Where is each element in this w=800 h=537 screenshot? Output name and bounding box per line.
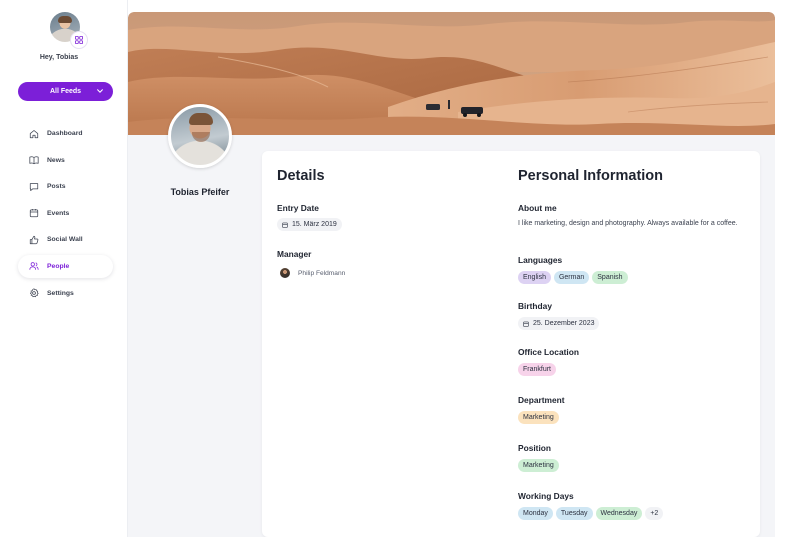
manager-name: Philip Feldmann bbox=[298, 269, 346, 277]
working-day-badge: Monday bbox=[518, 507, 553, 520]
user-greeting: Hey, Tobias bbox=[39, 54, 79, 61]
sidebar-item-events[interactable]: Events bbox=[18, 202, 113, 225]
birthday-value: 25. Dezember 2023 bbox=[533, 320, 595, 327]
office-location-badge: Frankfurt bbox=[518, 363, 557, 376]
profile-name: Tobias Pfeifer bbox=[170, 187, 230, 197]
profile-page: Tobias Pfeifer Details Entry Date 15. Mä… bbox=[128, 12, 775, 537]
entry-date-badge: 15. März 2019 bbox=[277, 218, 342, 231]
birthday-label: Birthday bbox=[518, 301, 552, 311]
working-day-badge: Tuesday bbox=[555, 507, 593, 520]
language-badge: Spanish bbox=[592, 271, 628, 284]
sidebar-nav: Dashboard News Posts Events Social Wall … bbox=[18, 122, 113, 308]
personal-info-title: Personal Information bbox=[518, 168, 664, 184]
calendar-icon bbox=[282, 222, 288, 228]
sidebar-item-news[interactable]: News bbox=[18, 149, 113, 172]
working-day-badge: Wednesday bbox=[595, 507, 643, 520]
book-icon bbox=[29, 156, 39, 165]
manager-link[interactable]: Philip Feldmann bbox=[280, 268, 345, 278]
working-days-label: Working Days bbox=[518, 491, 574, 501]
office-location-label: Office Location bbox=[518, 347, 579, 357]
sidebar-item-label: Dashboard bbox=[47, 130, 83, 137]
sidebar-item-social-wall[interactable]: Social Wall bbox=[18, 228, 113, 251]
profile-details-card: Details Entry Date 15. März 2019 Manager… bbox=[262, 151, 760, 537]
profile-avatar bbox=[168, 104, 232, 168]
languages-label: Languages bbox=[518, 255, 563, 265]
department-badge: Marketing bbox=[518, 411, 559, 424]
sidebar-item-label: Social Wall bbox=[47, 236, 83, 244]
manager-label: Manager bbox=[277, 249, 312, 259]
all-feeds-label: All Feeds bbox=[49, 88, 82, 95]
working-days-list: Monday Tuesday Wednesday +2 bbox=[518, 507, 664, 520]
manager-avatar bbox=[280, 268, 290, 278]
sidebar-item-label: News bbox=[47, 156, 65, 164]
department-label: Department bbox=[518, 395, 565, 405]
calendar-icon bbox=[29, 209, 39, 218]
thumbs-up-icon bbox=[29, 235, 39, 244]
entry-date-label: Entry Date bbox=[277, 203, 319, 213]
details-title: Details bbox=[277, 168, 325, 184]
working-days-more-badge[interactable]: +2 bbox=[645, 507, 664, 520]
chat-bubble-icon bbox=[29, 182, 39, 191]
calendar-icon bbox=[523, 321, 529, 327]
about-me-label: About me bbox=[518, 203, 557, 213]
sidebar-item-label: Settings bbox=[47, 289, 74, 297]
people-icon bbox=[29, 262, 39, 271]
sidebar-item-label: People bbox=[47, 262, 70, 270]
sidebar-item-posts[interactable]: Posts bbox=[18, 175, 113, 198]
position-label: Position bbox=[518, 443, 552, 453]
sidebar-item-label: Posts bbox=[47, 183, 66, 191]
language-badge: English bbox=[518, 271, 551, 284]
sidebar-item-people[interactable]: People bbox=[18, 254, 113, 278]
entry-date-value: 15. März 2019 bbox=[292, 221, 337, 228]
apps-grid-icon[interactable] bbox=[70, 31, 88, 49]
all-feeds-dropdown[interactable]: All Feeds bbox=[18, 82, 113, 101]
about-me-text: I like marketing, design and photography… bbox=[518, 220, 738, 227]
languages-list: English German Spanish bbox=[518, 271, 628, 284]
sidebar: Hey, Tobias All Feeds Dashboard News Pos… bbox=[0, 0, 128, 537]
sidebar-item-label: Events bbox=[47, 209, 70, 217]
sidebar-item-settings[interactable]: Settings bbox=[18, 282, 113, 305]
home-icon bbox=[29, 129, 39, 138]
birthday-badge: 25. Dezember 2023 bbox=[518, 317, 600, 330]
language-badge: German bbox=[553, 271, 590, 284]
gear-icon bbox=[30, 288, 39, 298]
sidebar-item-dashboard[interactable]: Dashboard bbox=[18, 122, 113, 145]
chevron-down-icon bbox=[97, 89, 103, 93]
position-badge: Marketing bbox=[518, 459, 559, 472]
